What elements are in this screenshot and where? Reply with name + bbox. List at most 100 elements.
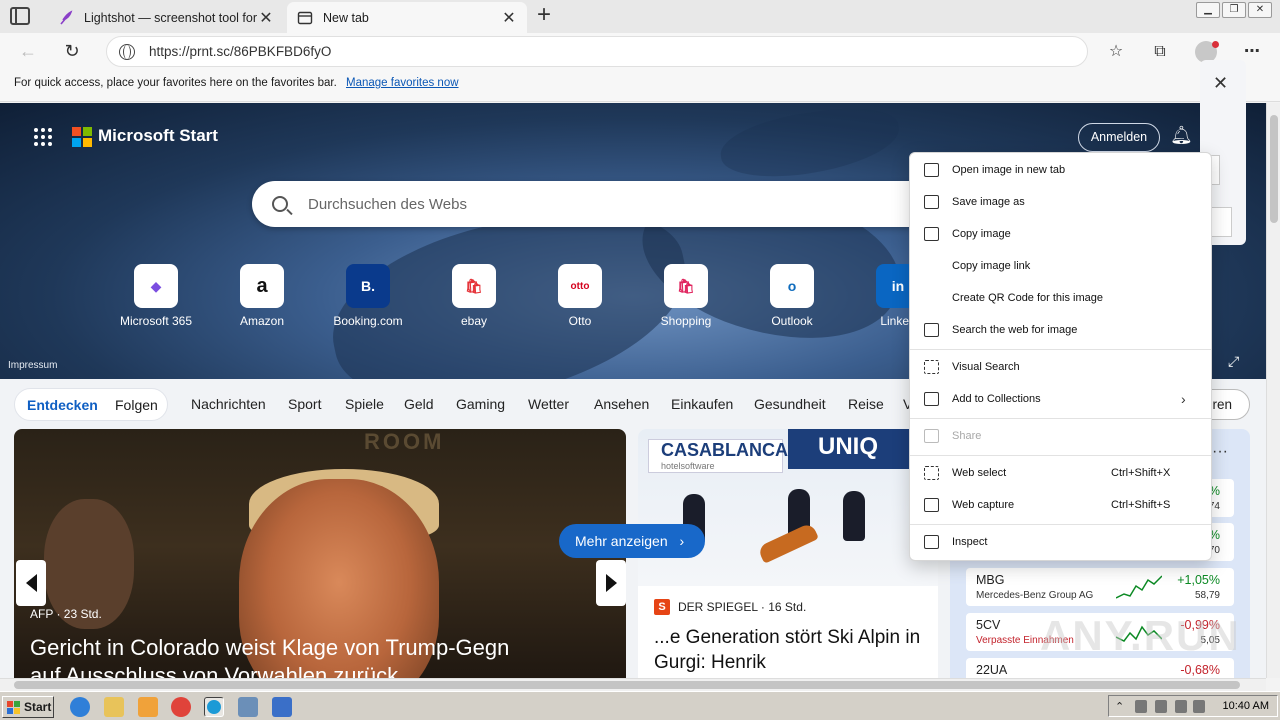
tray-expand-icon[interactable]: ⌃: [1115, 700, 1127, 713]
scroll-thumb[interactable]: [1270, 115, 1278, 223]
quick-link-otto[interactable]: otto Otto: [535, 264, 625, 328]
menu-shortcut: Ctrl+Shift+S: [1111, 499, 1171, 511]
story-headline[interactable]: ...e Generation stört Ski Alpin in Gurgi…: [654, 625, 926, 675]
category-item[interactable]: Gaming: [456, 396, 505, 412]
quick-link-label: Amazon: [239, 314, 285, 328]
menu-item-web-select[interactable]: Web select Ctrl+Shift+X: [910, 457, 1211, 489]
menu-item-save-image-as[interactable]: Save image as: [910, 186, 1211, 218]
category-item[interactable]: Nachrichten: [191, 396, 266, 412]
menu-item-open-image-new-tab[interactable]: Open image in new tab: [910, 154, 1211, 186]
network-icon[interactable]: [1155, 700, 1167, 713]
carousel-prev-button[interactable]: [16, 560, 46, 606]
manage-favorites-link[interactable]: Manage favorites now: [346, 77, 459, 89]
more-menu-icon[interactable]: ⋯: [1241, 41, 1263, 63]
media-player-icon[interactable]: [138, 697, 158, 717]
close-window-icon[interactable]: ✕: [1248, 2, 1272, 18]
quick-link-booking[interactable]: B. Booking.com: [323, 264, 413, 328]
edge-icon[interactable]: [204, 697, 224, 717]
carousel-next-button[interactable]: [596, 560, 626, 606]
quick-link-label: ebay: [460, 314, 488, 328]
main-story-card[interactable]: ROOM AFP · 23 Std. Gericht in Colorado w…: [14, 429, 626, 678]
otto-icon: otto: [558, 264, 602, 308]
menu-item-label: Create QR Code for this image: [952, 292, 1104, 304]
category-item[interactable]: Einkaufen: [671, 396, 733, 412]
menu-item-add-to-collections[interactable]: Add to Collections ›: [910, 383, 1211, 415]
open-tab-icon: [923, 163, 939, 177]
menu-item-label: Copy image link: [952, 260, 1031, 272]
save-image-icon: [923, 195, 939, 209]
refresh-icon[interactable]: ↻: [60, 40, 84, 64]
menu-shortcut: Ctrl+Shift+X: [1111, 467, 1171, 479]
new-tab-plus-icon[interactable]: +: [533, 3, 555, 28]
stock-row[interactable]: 22UA -0,68%: [966, 658, 1234, 678]
tab-folgen[interactable]: Folgen: [115, 397, 158, 413]
tab-new-tab[interactable]: New tab ✕: [287, 2, 527, 33]
favorites-star-icon[interactable]: ☆: [1105, 41, 1127, 63]
quick-link-shopping[interactable]: 🛍 Shopping: [641, 264, 731, 328]
menu-separator: [910, 418, 1211, 419]
brand-title[interactable]: Microsoft Start: [98, 126, 218, 146]
web-search-box[interactable]: Durchsuchen des Webs: [252, 181, 952, 227]
stock-row[interactable]: MBG Mercedes-Benz Group AG +1,05% 58,79: [966, 568, 1234, 606]
close-tab-icon[interactable]: ✕: [501, 8, 517, 28]
menu-item-search-web-image[interactable]: Search the web for image: [910, 314, 1211, 346]
menu-item-web-capture[interactable]: Web capture Ctrl+Shift+S: [910, 489, 1211, 521]
category-item[interactable]: Sport: [288, 396, 321, 412]
vertical-scrollbar[interactable]: [1266, 103, 1280, 678]
app-tool-icon[interactable]: [272, 697, 292, 717]
horizontal-scrollbar[interactable]: [0, 678, 1266, 691]
quick-link-amazon[interactable]: a Amazon: [217, 264, 307, 328]
folder-icon[interactable]: [104, 697, 124, 717]
ie-icon[interactable]: [70, 697, 90, 717]
tab-title: Lightshot — screenshot tool for M: [84, 10, 258, 25]
scroll-thumb[interactable]: [14, 681, 1240, 689]
quick-link-microsoft365[interactable]: ◆ Microsoft 365: [111, 264, 201, 328]
back-arrow-icon[interactable]: ←: [16, 40, 40, 64]
tab-entdecken[interactable]: Entdecken: [27, 397, 98, 413]
story-image: [843, 491, 865, 541]
category-item[interactable]: Reise: [848, 396, 884, 412]
tab-title: New tab: [323, 10, 369, 25]
menu-item-copy-image-link[interactable]: Copy image link: [910, 250, 1211, 282]
restore-icon[interactable]: ❐: [1222, 2, 1246, 18]
show-more-button[interactable]: Mehr anzeigen ›: [559, 524, 705, 558]
quick-link-ebay[interactable]: 🛍 ebay: [429, 264, 519, 328]
menu-item-inspect[interactable]: Inspect: [910, 526, 1211, 558]
address-bar[interactable]: https://prnt.sc/86PBKFBD6fyO: [106, 36, 1088, 67]
expand-icon[interactable]: ⤢: [1228, 353, 1239, 370]
menu-item-copy-image[interactable]: Copy image: [910, 218, 1211, 250]
search-placeholder[interactable]: Durchsuchen des Webs: [308, 196, 467, 213]
category-item[interactable]: Ansehen: [594, 396, 649, 412]
close-tab-icon[interactable]: ✕: [258, 8, 274, 28]
card-more-icon[interactable]: ···: [1212, 443, 1228, 461]
stock-change: +1,05%: [1177, 573, 1220, 587]
story-image: CASABLANCA hotelsoftware UNIQ: [638, 429, 938, 586]
flag-icon[interactable]: [1193, 700, 1205, 713]
apps-grid-icon[interactable]: [34, 128, 52, 146]
menu-item-label: Visual Search: [952, 361, 1020, 373]
close-icon[interactable]: ✕: [1213, 73, 1228, 94]
app-window-icon[interactable]: [238, 697, 258, 717]
menu-item-visual-search[interactable]: Visual Search: [910, 351, 1211, 383]
tab-actions-icon[interactable]: [10, 7, 30, 25]
windows-taskbar: Start ⌃ 10:40 AM: [0, 691, 1280, 720]
display-icon[interactable]: [1175, 700, 1187, 713]
impressum-link[interactable]: Impressum: [8, 360, 57, 371]
category-item[interactable]: Wetter: [528, 396, 569, 412]
story-headline[interactable]: Gericht in Colorado weist Klage von Trum…: [30, 634, 590, 678]
chrome-icon[interactable]: [171, 697, 191, 717]
menu-item-create-qr-code[interactable]: Create QR Code for this image: [910, 282, 1211, 314]
tab-lightshot[interactable]: Lightshot — screenshot tool for M ✕: [48, 2, 284, 33]
quick-link-outlook[interactable]: o Outlook: [747, 264, 837, 328]
volume-icon[interactable]: [1135, 700, 1147, 713]
minimize-icon[interactable]: ▁: [1196, 2, 1220, 18]
category-item[interactable]: Spiele: [345, 396, 384, 412]
url-text[interactable]: https://prnt.sc/86PBKFBD6fyO: [149, 44, 331, 59]
start-button[interactable]: Start: [2, 696, 54, 718]
category-item[interactable]: Gesundheit: [754, 396, 826, 412]
room-sign: ROOM: [364, 429, 445, 454]
collections-icon[interactable]: ⧉: [1149, 41, 1171, 63]
category-item[interactable]: Geld: [404, 396, 434, 412]
signin-button[interactable]: Anmelden: [1078, 123, 1160, 152]
bell-icon[interactable]: 🔔︎: [1170, 125, 1193, 147]
